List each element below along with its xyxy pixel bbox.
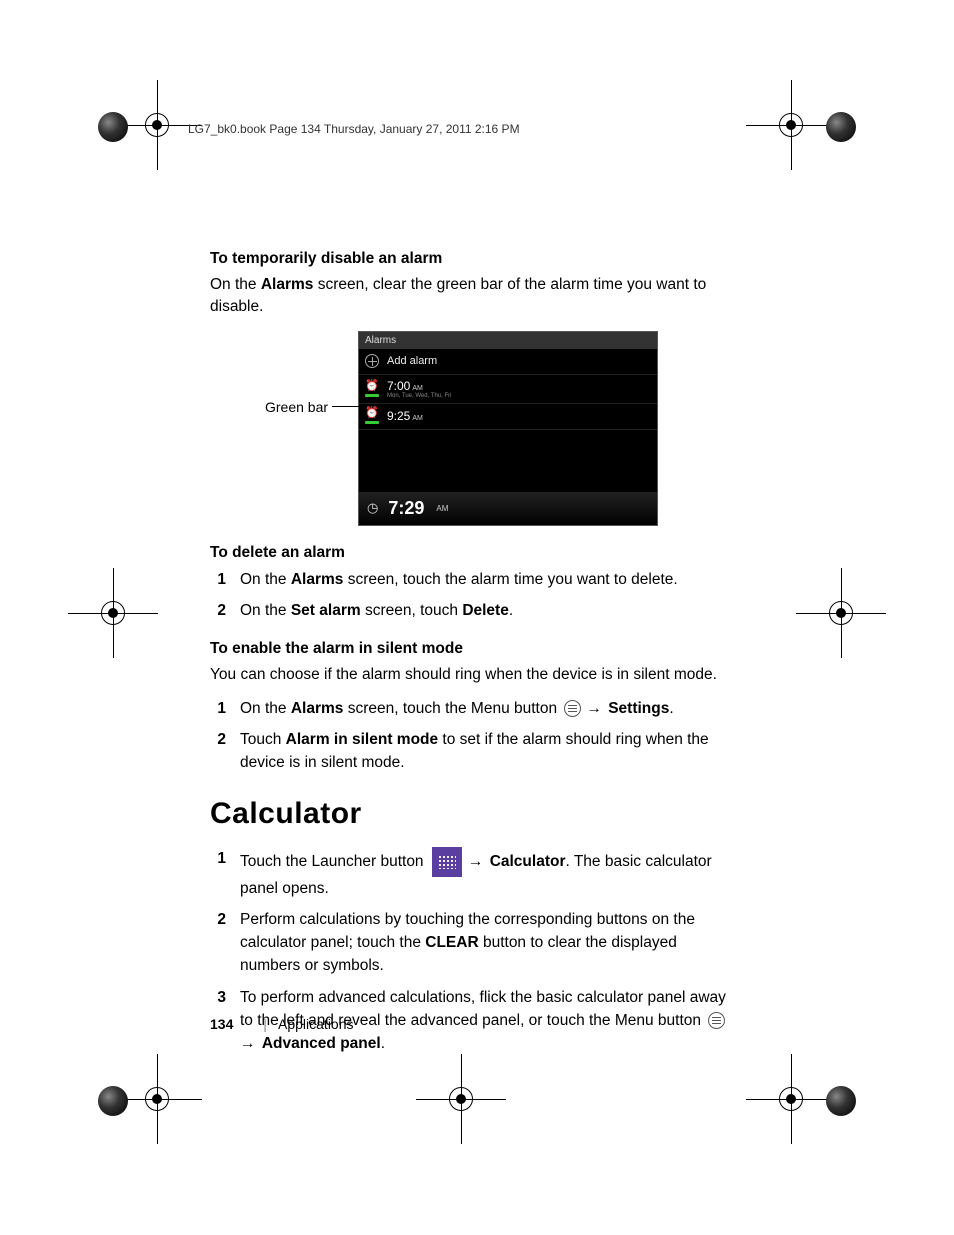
crop-mark [438, 1076, 484, 1122]
crop-mark [768, 102, 814, 148]
steps-silent-mode: 1On the Alarms screen, touch the Menu bu… [210, 697, 740, 775]
crop-mark [134, 1076, 180, 1122]
list-item: 1On the Alarms screen, touch the alarm t… [210, 568, 740, 591]
phone-empty-area [359, 430, 657, 492]
running-header: LG7_bk0.book Page 134 Thursday, January … [188, 122, 520, 136]
para-silent-mode: You can choose if the alarm should ring … [210, 664, 740, 686]
phone-frame: Alarms Add alarm 7:00AM Mon, Tue, Wed, T… [358, 331, 658, 526]
menu-icon [564, 700, 581, 717]
page-body: To temporarily disable an alarm On the A… [210, 250, 740, 1073]
clock-icon: ◷ [367, 500, 378, 516]
plus-icon [365, 354, 379, 368]
print-orb [826, 1086, 856, 1116]
crop-mark [818, 590, 864, 636]
menu-icon [708, 1012, 725, 1029]
list-item: 2Perform calculations by touching the co… [210, 908, 740, 978]
phone-footer: ◷ 7:29AM [359, 492, 657, 525]
phone-row-add-alarm: Add alarm [359, 349, 657, 375]
steps-delete-alarm: 1On the Alarms screen, touch the alarm t… [210, 568, 740, 623]
alarm-icon [365, 408, 379, 422]
section-title-calculator: Calculator [210, 797, 740, 831]
phone-titlebar: Alarms [359, 332, 657, 349]
print-orb [826, 112, 856, 142]
alarm-icon [365, 381, 379, 395]
section-name: Applications [278, 1016, 354, 1032]
callout-green-bar: Green bar [265, 399, 366, 415]
screenshot-alarms: Green bar Alarms Add alarm 7:00AM Mon, T… [210, 331, 740, 526]
print-orb [98, 112, 128, 142]
crop-mark [90, 590, 136, 636]
phone-row-alarm-2: 9:25AM [359, 404, 657, 430]
list-item: 1Touch the Launcher button → Calculator.… [210, 847, 740, 900]
callout-leader-line [332, 406, 366, 407]
print-orb [98, 1086, 128, 1116]
launcher-icon [432, 847, 462, 877]
list-item: 1On the Alarms screen, touch the Menu bu… [210, 697, 740, 720]
page-number: 134 [210, 1016, 233, 1032]
phone-row-alarm-1: 7:00AM Mon, Tue, Wed, Thu, Fri [359, 375, 657, 404]
list-item: 2On the Set alarm screen, touch Delete. [210, 599, 740, 622]
heading-silent-mode: To enable the alarm in silent mode [210, 640, 740, 658]
list-item: 2Touch Alarm in silent mode to set if th… [210, 728, 740, 775]
heading-delete-alarm: To delete an alarm [210, 544, 740, 562]
crop-mark [134, 102, 180, 148]
page-footer: 134 | Applications [210, 1016, 354, 1032]
heading-disable-alarm: To temporarily disable an alarm [210, 250, 740, 268]
crop-mark [768, 1076, 814, 1122]
para-disable-alarm: On the Alarms screen, clear the green ba… [210, 274, 740, 319]
